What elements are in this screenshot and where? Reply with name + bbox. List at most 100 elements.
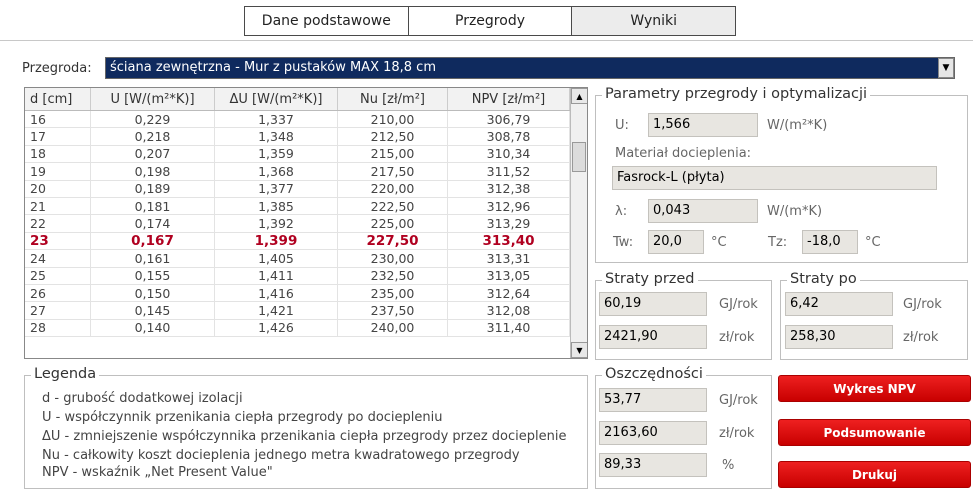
table-cell: 20 bbox=[25, 180, 91, 197]
table-cell: 232,50 bbox=[338, 267, 448, 284]
table-cell: 28 bbox=[25, 319, 91, 337]
table-cell: 0,181 bbox=[91, 197, 215, 215]
oszczednosci-gj-field: 53,77 bbox=[599, 388, 707, 412]
lambda-unit: W/(m*K) bbox=[767, 204, 823, 219]
table-row[interactable]: 17 0,218 1,348 212,50 308,78 bbox=[25, 128, 587, 146]
table-cell: 1,359 bbox=[215, 145, 338, 163]
oszczednosci-pct-unit: % bbox=[722, 458, 735, 473]
table-row[interactable]: 24 0,161 1,405 230,00 313,31 bbox=[25, 250, 587, 268]
table-cell: 311,52 bbox=[448, 163, 570, 180]
column-header-d[interactable]: d [cm] bbox=[25, 88, 91, 110]
chevron-down-icon[interactable]: ▼ bbox=[938, 58, 954, 78]
table-cell: 0,229 bbox=[91, 111, 215, 128]
params-title: Parametry przegrody i optymalizacji bbox=[602, 86, 871, 102]
oszczednosci-pct-field: 89,33 bbox=[599, 453, 707, 477]
table-cell: 1,377 bbox=[215, 180, 338, 197]
results-table: d [cm] U [W/(m²*K)] ΔU [W/(m²*K)] Nu [zł… bbox=[24, 87, 588, 359]
table-cell: 306,79 bbox=[448, 111, 570, 128]
table-cell: 18 bbox=[25, 145, 91, 163]
tw-field: 20,0 bbox=[648, 230, 704, 254]
table-row[interactable]: 18 0,207 1,359 215,00 310,34 bbox=[25, 145, 587, 164]
table-cell: 212,50 bbox=[338, 128, 448, 145]
table-cell: 220,00 bbox=[338, 180, 448, 197]
tz-field: -18,0 bbox=[802, 230, 858, 254]
table-row[interactable]: 22 0,174 1,392 225,00 313,29 bbox=[25, 215, 587, 233]
table-row[interactable]: 28 0,140 1,426 240,00 311,40 bbox=[25, 319, 587, 338]
tab-wyniki[interactable]: Wyniki bbox=[572, 7, 736, 35]
lambda-field: 0,043 bbox=[648, 199, 758, 223]
table-cell: 210,00 bbox=[338, 111, 448, 128]
table-row[interactable]: 26 0,150 1,416 235,00 312,64 bbox=[25, 284, 587, 303]
table-cell: 313,31 bbox=[448, 250, 570, 267]
table-cell: 0,174 bbox=[91, 215, 215, 232]
table-scrollbar[interactable]: ▲ ▼ bbox=[570, 88, 587, 358]
table-cell: 19 bbox=[25, 163, 91, 180]
table-cell: 0,150 bbox=[91, 284, 215, 302]
column-header-u[interactable]: U [W/(m²*K)] bbox=[91, 88, 215, 110]
tab-bar: Dane podstawowe Przegrody Wyniki bbox=[244, 6, 736, 36]
straty-przed-title: Straty przed bbox=[602, 271, 698, 287]
oszczednosci-title: Oszczędności bbox=[602, 366, 706, 382]
column-header-npv[interactable]: NPV [zł/m²] bbox=[448, 88, 570, 110]
legend-line-d: d - grubość dodatkowej izolacji bbox=[42, 391, 243, 406]
legend-line-npv: NPV - wskaźnik „Net Present Value" bbox=[42, 465, 273, 480]
table-row[interactable]: 25 0,155 1,411 232,50 313,05 bbox=[25, 267, 587, 285]
table-cell: 217,50 bbox=[338, 163, 448, 180]
table-cell: 312,64 bbox=[448, 284, 570, 302]
table-cell: 313,40 bbox=[448, 232, 570, 250]
tab-dane-podstawowe[interactable]: Dane podstawowe bbox=[245, 7, 409, 35]
lambda-label: λ: bbox=[615, 204, 628, 219]
oszczednosci-zl-unit: zł/rok bbox=[719, 426, 755, 441]
table-cell: 313,05 bbox=[448, 267, 570, 284]
podsumowanie-button[interactable]: Podsumowanie bbox=[778, 419, 971, 446]
table-cell: 227,50 bbox=[338, 232, 448, 250]
straty-po-zl-field: 258,30 bbox=[785, 325, 893, 349]
tab-przegrody[interactable]: Przegrody bbox=[408, 7, 573, 35]
table-cell: 0,198 bbox=[91, 163, 215, 180]
table-cell: 0,189 bbox=[91, 180, 215, 197]
legend-line-u: U - współczynnik przenikania ciepła prze… bbox=[42, 410, 443, 425]
u-unit: W/(m²*K) bbox=[767, 118, 828, 133]
divider bbox=[0, 40, 973, 41]
table-cell: 237,50 bbox=[338, 302, 448, 319]
table-cell: 17 bbox=[25, 128, 91, 145]
tz-label: Tz: bbox=[768, 235, 788, 250]
table-cell: 222,50 bbox=[338, 197, 448, 215]
table-cell: 21 bbox=[25, 197, 91, 215]
drukuj-button[interactable]: Drukuj bbox=[778, 461, 971, 488]
table-row[interactable]: 16 0,229 1,337 210,00 306,79 bbox=[25, 111, 587, 129]
table-cell: 310,34 bbox=[448, 145, 570, 163]
table-row[interactable]: 23 0,167 1,399 227,50 313,40 bbox=[25, 232, 587, 251]
table-cell: 0,161 bbox=[91, 250, 215, 267]
column-header-nu[interactable]: Nu [zł/m²] bbox=[338, 88, 448, 110]
column-header-delta-u[interactable]: ΔU [W/(m²*K)] bbox=[215, 88, 338, 110]
table-row[interactable]: 21 0,181 1,385 222,50 312,96 bbox=[25, 197, 587, 216]
legend-line-delta-u: ΔU - zmniejszenie współczynnika przenika… bbox=[42, 429, 567, 444]
straty-po-title: Straty po bbox=[787, 271, 860, 287]
oszczednosci-zl-field: 2163,60 bbox=[599, 421, 707, 445]
tw-label: Tw: bbox=[613, 235, 634, 250]
table-row[interactable]: 20 0,189 1,377 220,00 312,38 bbox=[25, 180, 587, 198]
table-cell: 1,426 bbox=[215, 319, 338, 337]
table-cell: 0,140 bbox=[91, 319, 215, 337]
table-cell: 1,416 bbox=[215, 284, 338, 302]
table-cell: 240,00 bbox=[338, 319, 448, 337]
table-row[interactable]: 19 0,198 1,368 217,50 311,52 bbox=[25, 163, 587, 181]
straty-przed-gj-unit: GJ/rok bbox=[719, 297, 758, 312]
table-cell: 312,08 bbox=[448, 302, 570, 319]
scroll-thumb[interactable] bbox=[572, 142, 586, 172]
oszczednosci-gj-unit: GJ/rok bbox=[719, 393, 758, 408]
table-cell: 1,405 bbox=[215, 250, 338, 267]
table-cell: 235,00 bbox=[338, 284, 448, 302]
przegroda-select[interactable]: ściana zewnętrzna - Mur z pustaków MAX 1… bbox=[105, 57, 955, 79]
table-cell: 22 bbox=[25, 215, 91, 232]
wykres-npv-button[interactable]: Wykres NPV bbox=[778, 375, 971, 402]
table-row[interactable]: 27 0,145 1,421 237,50 312,08 bbox=[25, 302, 587, 320]
table-cell: 0,218 bbox=[91, 128, 215, 145]
scroll-up-icon[interactable]: ▲ bbox=[571, 88, 587, 104]
straty-po-gj-unit: GJ/rok bbox=[903, 297, 942, 312]
table-cell: 0,167 bbox=[91, 232, 215, 250]
scroll-down-icon[interactable]: ▼ bbox=[571, 342, 587, 358]
straty-przed-gj-field: 60,19 bbox=[599, 292, 707, 316]
table-cell: 313,29 bbox=[448, 215, 570, 232]
